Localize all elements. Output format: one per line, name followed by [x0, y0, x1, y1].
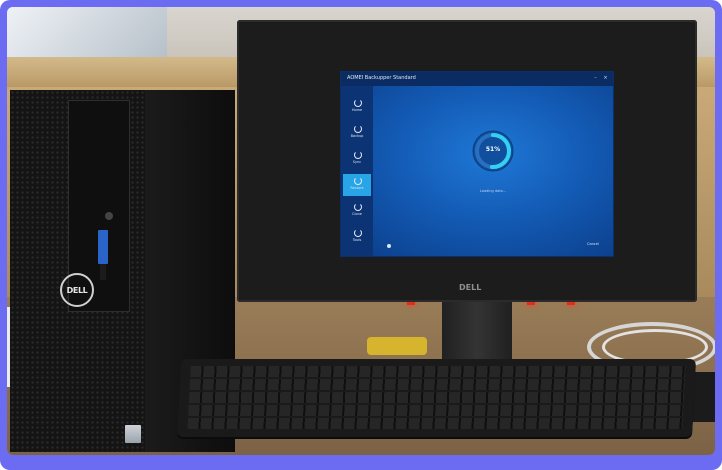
- sidebar-item-sync[interactable]: Sync: [343, 148, 371, 170]
- app-title: AOMEI Backupper Standard: [347, 75, 416, 81]
- sidebar-item-restore[interactable]: Restore: [343, 174, 371, 196]
- sidebar-item-label: Home: [351, 108, 363, 112]
- progress-percent: 51%: [485, 146, 501, 153]
- monitor-logo: DELL: [459, 283, 482, 292]
- app-titlebar: AOMEI Backupper Standard – ×: [341, 72, 613, 86]
- settings-icon[interactable]: [387, 244, 391, 248]
- sidebar-item-tools[interactable]: Tools: [343, 226, 371, 248]
- clone-icon: [354, 203, 362, 211]
- tools-icon: [354, 229, 362, 237]
- home-icon: [354, 99, 362, 107]
- sidebar-item-label: Backup: [350, 134, 364, 138]
- app-window: AOMEI Backupper Standard – × Home Backup…: [341, 72, 613, 256]
- close-icon[interactable]: ×: [603, 76, 608, 81]
- sidebar-item-label: Tools: [352, 238, 362, 242]
- sidebar-item-label: Restore: [350, 186, 364, 190]
- dell-logo: DELL: [60, 273, 94, 307]
- sidebar-item-label: Clone: [352, 212, 362, 216]
- minimize-icon[interactable]: –: [593, 76, 598, 81]
- yellow-cable: [367, 337, 427, 355]
- keyboard: [176, 359, 697, 437]
- cancel-button[interactable]: Cancel: [587, 242, 599, 246]
- sync-icon: [354, 151, 362, 159]
- monitor-stand: [442, 302, 512, 362]
- window: [7, 7, 167, 57]
- sidebar-item-home[interactable]: Home: [343, 96, 371, 118]
- app-sidebar: Home Backup Sync Restore Clone Tools: [341, 86, 373, 256]
- backup-icon: [354, 125, 362, 133]
- intel-badge: [125, 425, 141, 443]
- usb-ports: [98, 230, 108, 264]
- restore-icon: [354, 177, 362, 185]
- photo: DELL DELL AOMEI Backupper Standard – × H…: [7, 7, 715, 455]
- status-text: Loading data...: [479, 189, 507, 193]
- tower-brand-text: DELL: [66, 285, 88, 295]
- sidebar-item-label: Sync: [352, 160, 362, 164]
- power-button[interactable]: [105, 212, 113, 220]
- sidebar-item-backup[interactable]: Backup: [343, 122, 371, 144]
- image-frame: DELL DELL AOMEI Backupper Standard – × H…: [0, 0, 722, 470]
- keyboard-keys: [187, 366, 686, 430]
- sidebar-item-clone[interactable]: Clone: [343, 200, 371, 222]
